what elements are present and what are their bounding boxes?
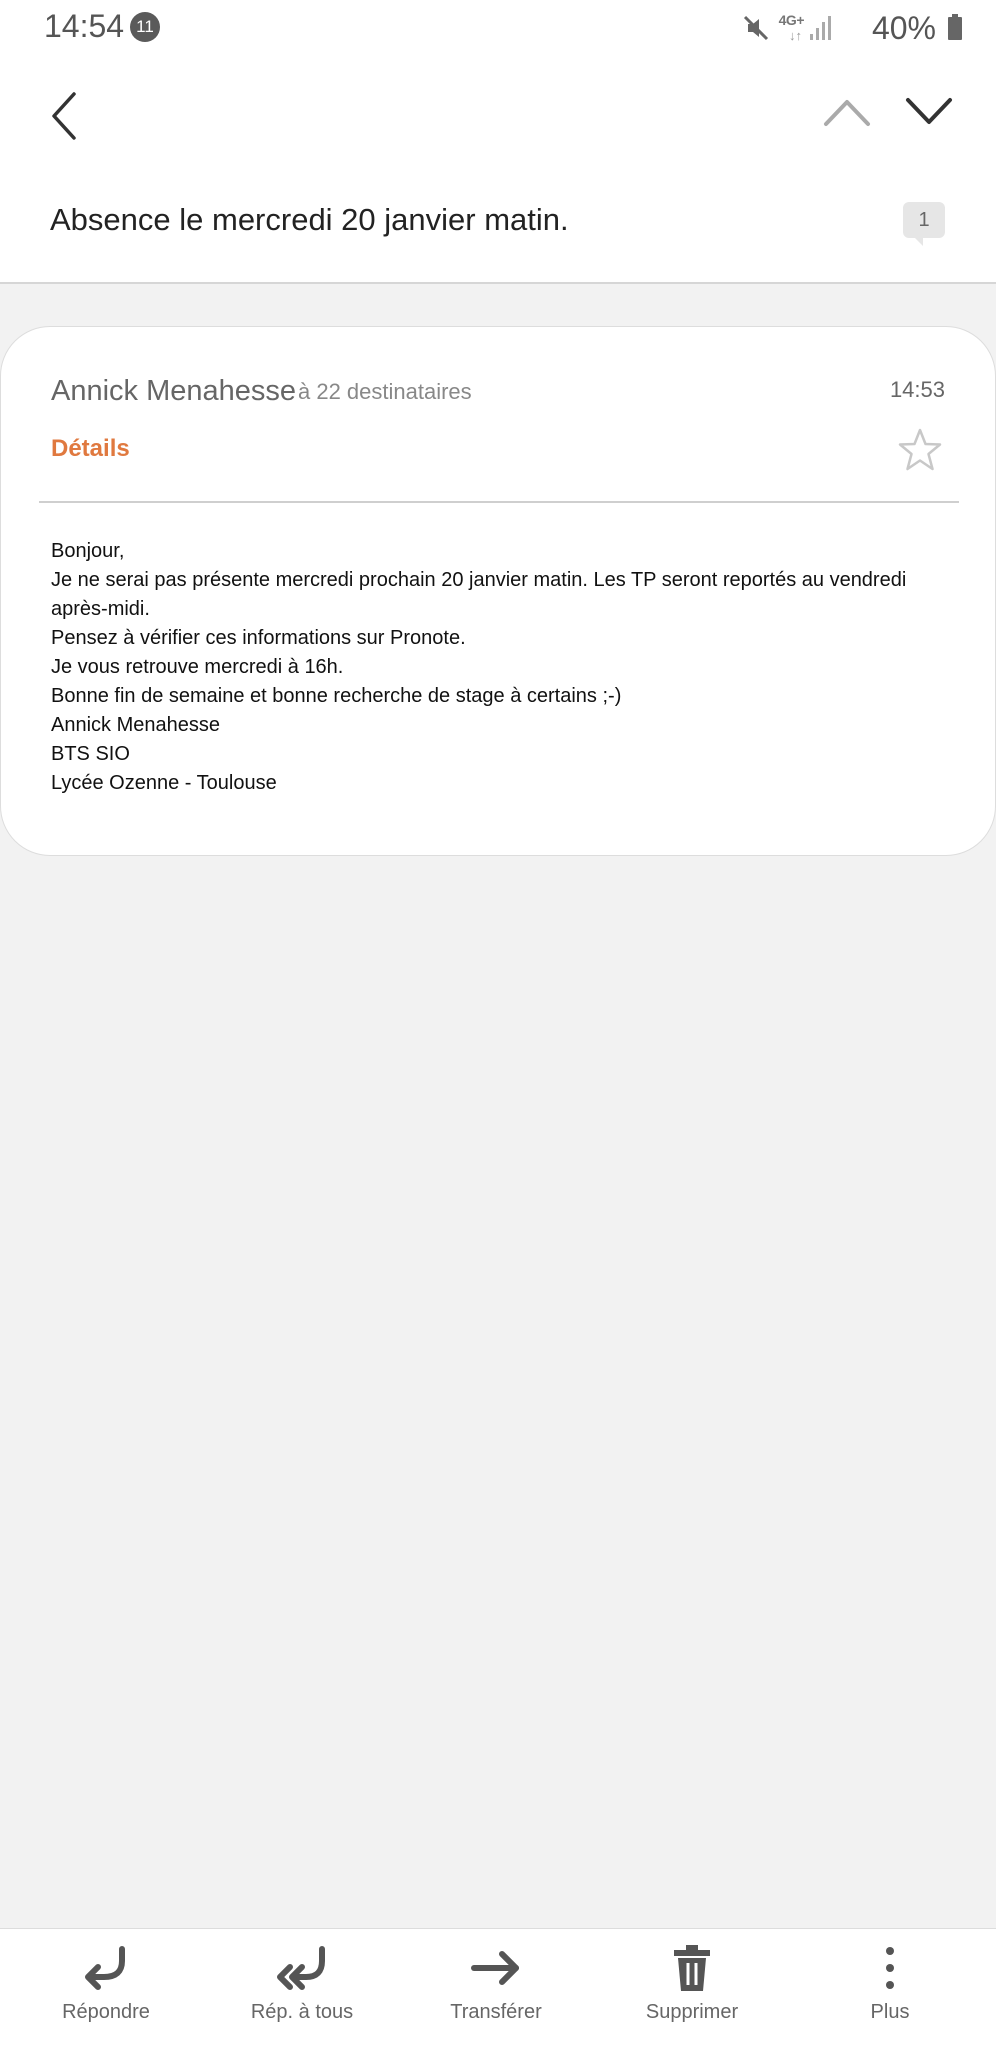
- reply-label: Répondre: [62, 2001, 150, 2023]
- signal-icon: [810, 16, 831, 40]
- reply-all-icon: [277, 1946, 325, 1990]
- sender-name[interactable]: Annick Menahesse: [51, 375, 296, 408]
- body-line: Je ne serai pas présente mercredi procha…: [51, 569, 912, 620]
- reply-button[interactable]: Répondre: [16, 1943, 196, 2024]
- recipients-count[interactable]: à 22 destinataires: [298, 379, 472, 405]
- body-line: Je vous retrouve mercredi à 16h.: [51, 656, 344, 678]
- delete-label: Supprimer: [645, 2001, 739, 2023]
- trash-icon: [674, 1945, 710, 1991]
- message-card: Annick Menahesse à 22 destinataires 14:5…: [0, 326, 996, 856]
- body-line: Annick Menahesse: [51, 714, 220, 736]
- message-subject: Absence le mercredi 20 janvier matin.: [50, 202, 569, 237]
- network-arrows: ↓↑: [789, 28, 802, 43]
- thread-count-badge[interactable]: 1: [903, 202, 945, 246]
- previous-message-button[interactable]: [822, 92, 872, 132]
- status-time: 14:54: [44, 8, 125, 44]
- next-message-button[interactable]: [904, 92, 954, 132]
- body-line: Bonne fin de semaine et bonne recherche …: [51, 685, 622, 707]
- back-button[interactable]: [44, 86, 88, 146]
- body-line: Pensez à vérifier ces informations sur P…: [51, 627, 466, 649]
- message-body: Bonjour, Je ne serai pas présente mercre…: [51, 537, 951, 798]
- notification-count-badge: 11: [130, 12, 160, 42]
- message-header: Absence le mercredi 20 janvier matin. 1: [0, 56, 996, 284]
- body-line: BTS SIO: [51, 743, 130, 765]
- reply-all-button[interactable]: Rép. à tous: [212, 1943, 392, 2024]
- more-vertical-icon: [886, 1947, 894, 1989]
- delete-button[interactable]: Supprimer: [602, 1943, 782, 2024]
- action-bar: Répondre Rép. à tous Transférer Supprime…: [0, 1928, 996, 2049]
- card-divider: [39, 501, 959, 503]
- more-button[interactable]: Plus: [800, 1943, 980, 2024]
- body-line: Bonjour,: [51, 540, 125, 562]
- mute-icon: [743, 15, 769, 41]
- body-line: Lycée Ozenne - Toulouse: [51, 772, 277, 794]
- star-icon[interactable]: [897, 427, 943, 473]
- details-link[interactable]: Détails: [51, 435, 130, 463]
- battery-percent: 40%: [871, 10, 936, 46]
- forward-icon: [471, 1951, 519, 1985]
- battery-icon: [948, 14, 962, 40]
- more-label: Plus: [870, 2001, 910, 2023]
- message-time: 14:53: [889, 377, 945, 402]
- reply-all-label: Rép. à tous: [250, 2001, 354, 2023]
- reply-icon: [85, 1946, 125, 1990]
- network-type: 4G+: [778, 12, 805, 28]
- forward-label: Transférer: [450, 2001, 542, 2023]
- status-bar: 14:54 11 4G+ ↓↑ 40%: [0, 0, 996, 56]
- forward-button[interactable]: Transférer: [406, 1943, 586, 2024]
